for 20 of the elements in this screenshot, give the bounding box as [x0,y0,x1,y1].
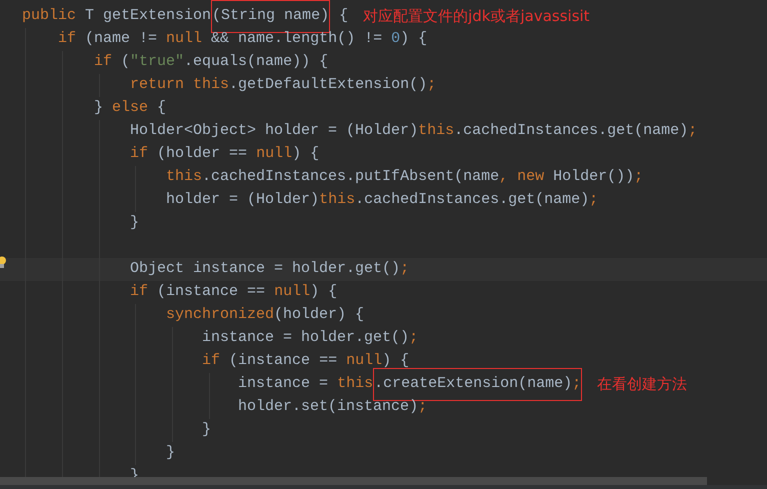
code-line: } [201,420,212,440]
lightbulb-icon[interactable] [0,256,7,270]
code-line: if (instance == null) { [129,282,338,302]
code-line: if ("true".equals(name)) { [93,52,328,72]
annotation-note: 对应配置文件的jdk或者javassisit [363,6,590,28]
code-line: Holder<Object> holder = (Holder)this.cachedInstances.get(name); [129,121,698,142]
code-text: public T getExtension [22,6,212,26]
code-line: instance = holder.get(); [201,328,418,348]
code-line: holder = (Holder)this.cachedInstances.get(name); [165,190,598,210]
code-line: return this.getDefaultExtension(); [129,75,436,96]
code-line: if (holder == null) { [129,144,320,164]
code-line: Object instance = holder.get(); [129,259,410,280]
annotation-note: 在看创建方法 [597,374,688,396]
code-text: instance = this [237,374,374,394]
code-line: } [129,213,140,234]
code-line: synchronized(holder) { [165,305,364,326]
code-line: this.cachedInstances.putIfAbsent(name, new Holder()); [165,167,644,188]
code-line: } else { [93,98,166,118]
code-text: { [338,6,348,26]
code-line: } [165,443,176,464]
